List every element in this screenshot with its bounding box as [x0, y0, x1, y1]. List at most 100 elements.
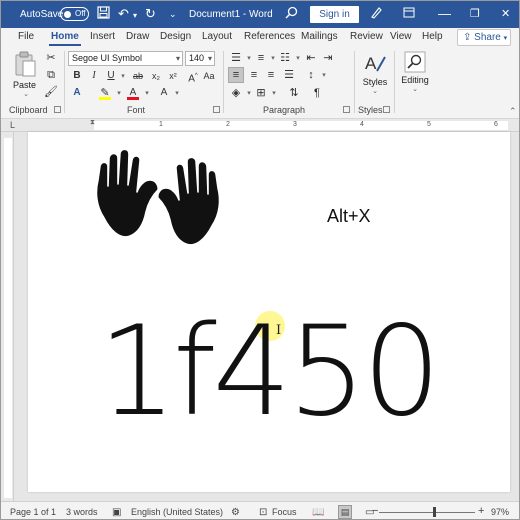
ruler-number: 3: [293, 121, 297, 128]
underline-dropdown-icon[interactable]: ▾: [115, 69, 131, 85]
tab-layout[interactable]: Layout: [202, 31, 232, 42]
editing-label: Editing: [401, 75, 429, 85]
focus-icon[interactable]: ⊡: [259, 507, 267, 518]
horizontal-ruler[interactable]: L ⧗ 1 2 3 4 5 6: [1, 119, 519, 132]
close-icon[interactable]: ✕: [501, 6, 510, 22]
decrease-indent-icon[interactable]: ⇤: [303, 50, 319, 66]
font-size-box[interactable]: 140 ▾: [185, 51, 215, 66]
word-count[interactable]: 3 words: [66, 507, 98, 517]
clipboard-group-label: Clipboard: [9, 105, 48, 115]
font-launcher-icon[interactable]: [213, 106, 220, 113]
styles-button[interactable]: A Styles ⌄: [361, 51, 389, 101]
styles-launcher-icon[interactable]: [383, 106, 390, 113]
title-bar: AutoSave Off ↶ ▾ ↻ ⌄ Document1 - Word Si…: [1, 1, 519, 28]
editing-button[interactable]: Editing ⌄: [398, 51, 432, 101]
restore-icon[interactable]: ❐: [470, 6, 480, 22]
zoom-slider[interactable]: [379, 512, 475, 513]
tab-file[interactable]: File: [18, 31, 34, 42]
tab-design[interactable]: Design: [160, 31, 191, 42]
strikethrough-button[interactable]: ab: [130, 68, 146, 84]
format-painter-icon[interactable]: 🖌: [43, 84, 59, 100]
redo-icon[interactable]: ↻: [145, 6, 156, 22]
ribbon: Paste ⌄ ✂ ⧉ 🖌 Clipboard Segoe UI Symbol …: [1, 47, 519, 119]
minimize-icon[interactable]: —: [438, 6, 451, 22]
italic-button[interactable]: I: [86, 68, 102, 84]
clipboard-launcher-icon[interactable]: [54, 106, 61, 113]
undo-dropdown-icon[interactable]: ▾: [133, 8, 137, 24]
superscript-button[interactable]: x²: [165, 68, 181, 84]
sign-in-button[interactable]: Sign in: [310, 6, 359, 23]
font-name-box[interactable]: Segoe UI Symbol ▾: [68, 51, 183, 66]
sort-icon[interactable]: ⇅: [286, 85, 302, 101]
tab-review[interactable]: Review: [350, 31, 383, 42]
styles-group-label: Styles: [358, 105, 383, 115]
focus-label[interactable]: Focus: [272, 507, 297, 517]
increase-indent-icon[interactable]: ⇥: [320, 50, 336, 66]
paste-dropdown-icon[interactable]: ⌄: [13, 90, 39, 98]
vertical-ruler[interactable]: [1, 132, 14, 501]
highlight-color-bar: [99, 97, 111, 100]
font-color-dropdown-icon[interactable]: ▾: [139, 86, 155, 102]
line-spacing-dropdown-icon[interactable]: ▾: [316, 68, 332, 84]
paragraph-launcher-icon[interactable]: [343, 106, 350, 113]
proofing-icon[interactable]: ▣: [112, 507, 121, 518]
ruler-number: 1: [159, 121, 163, 128]
justify-button[interactable]: ☰: [281, 67, 297, 83]
text-effects-button[interactable]: A: [69, 85, 85, 101]
tab-references[interactable]: References: [244, 31, 295, 42]
share-dropdown-icon: ▾: [503, 35, 508, 42]
document-page[interactable]: Alt+X I 1f450: [28, 132, 510, 492]
align-right-button[interactable]: ≡: [263, 67, 279, 83]
magnifier-icon: [404, 51, 426, 73]
paste-button[interactable]: Paste ⌄: [13, 51, 39, 101]
zoom-in-button[interactable]: +: [478, 505, 484, 517]
ribbon-display-icon[interactable]: [403, 6, 415, 22]
collapse-ribbon-icon[interactable]: ⌃: [509, 106, 517, 117]
raising-hands-emoji: [92, 148, 224, 253]
save-icon[interactable]: [97, 6, 110, 23]
tab-help[interactable]: Help: [422, 31, 443, 42]
separator: [354, 51, 355, 113]
indent-marker-icon[interactable]: ⧗: [90, 119, 95, 127]
cut-icon[interactable]: ✂: [43, 50, 59, 66]
read-mode-icon[interactable]: 📖: [312, 507, 324, 518]
shrink-font-dropdown-icon[interactable]: ▾: [169, 86, 185, 102]
page-count[interactable]: Page 1 of 1: [10, 507, 56, 517]
bold-button[interactable]: B: [69, 68, 85, 84]
show-formatting-icon[interactable]: ¶: [309, 85, 325, 101]
align-left-button[interactable]: ≡: [228, 67, 244, 83]
undo-icon[interactable]: ↶: [118, 6, 129, 22]
share-button[interactable]: ⇪ Share ▾: [457, 29, 511, 46]
tab-home[interactable]: Home: [49, 31, 81, 46]
zoom-level[interactable]: 97%: [491, 507, 509, 517]
autosave-toggle[interactable]: Off: [60, 7, 89, 21]
tab-view[interactable]: View: [390, 31, 412, 42]
tab-insert[interactable]: Insert: [90, 31, 115, 42]
borders-dropdown-icon[interactable]: ▾: [266, 86, 282, 102]
designer-pen-icon[interactable]: [370, 6, 383, 23]
document-canvas: Alt+X I 1f450: [14, 132, 519, 501]
tab-selector-icon[interactable]: L: [10, 120, 15, 130]
align-center-button[interactable]: ≡: [246, 67, 262, 83]
customize-qat-icon[interactable]: ⌄: [169, 6, 177, 22]
search-icon[interactable]: [285, 6, 298, 23]
share-icon: ⇪: [463, 32, 475, 43]
svg-text:A: A: [365, 54, 377, 73]
accessibility-icon[interactable]: ⚙: [231, 507, 240, 518]
copy-icon[interactable]: ⧉: [43, 67, 59, 83]
print-layout-icon[interactable]: ▤: [338, 505, 352, 519]
language-label[interactable]: English (United States): [131, 507, 223, 517]
alt-x-text: Alt+X: [327, 206, 371, 226]
tab-draw[interactable]: Draw: [126, 31, 149, 42]
font-size-value: 140: [189, 53, 205, 63]
styles-label: Styles: [362, 77, 388, 87]
ruler-number: 6: [494, 121, 498, 128]
grow-font-button[interactable]: A^: [185, 68, 201, 84]
change-case-button[interactable]: Aa: [201, 68, 217, 84]
tab-mailings[interactable]: Mailings: [301, 31, 338, 42]
zoom-slider-thumb[interactable]: [433, 507, 436, 517]
zoom-out-button[interactable]: −: [372, 505, 378, 517]
ruler-text-area: [94, 121, 508, 130]
subscript-button[interactable]: x₂: [148, 68, 164, 84]
styles-icon: A: [365, 54, 386, 73]
